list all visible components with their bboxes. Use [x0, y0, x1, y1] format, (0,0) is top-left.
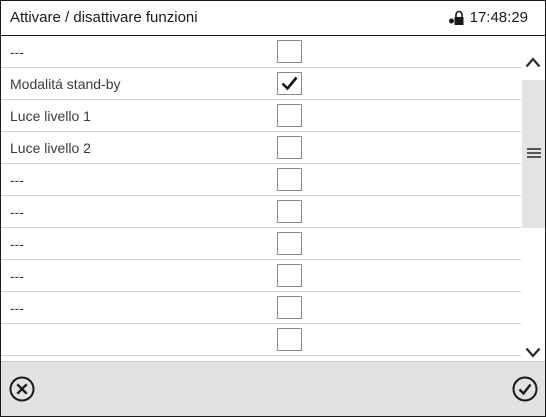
checkbox[interactable]	[277, 328, 302, 351]
drag-handle-icon	[526, 145, 541, 163]
list-item[interactable]: ---	[1, 228, 521, 260]
list-item-label: ---	[10, 44, 24, 60]
lock-icon	[448, 10, 466, 26]
checkmark-icon	[281, 76, 298, 91]
cancel-button[interactable]	[9, 376, 35, 402]
list-item[interactable]: Modalitá stand-by	[1, 68, 521, 100]
clock-time: 17:48:29	[469, 9, 528, 26]
list-item[interactable]: ---	[1, 36, 521, 68]
checkbox[interactable]	[277, 232, 302, 255]
scrollbar[interactable]	[521, 36, 545, 361]
page-title: Attivare / disattivare funzioni	[10, 9, 198, 26]
cancel-icon	[9, 376, 35, 406]
checkbox[interactable]	[277, 40, 302, 63]
list-item-label: ---	[10, 236, 24, 252]
list-item-label: ---	[10, 172, 24, 188]
list-item-label: ---	[10, 300, 24, 316]
list-item-label: Luce livello 2	[10, 140, 91, 156]
checkbox[interactable]	[277, 264, 302, 287]
header-bar: Attivare / disattivare funzioni 17:48:29	[1, 1, 545, 36]
checkbox[interactable]	[277, 104, 302, 127]
list-item[interactable]: Luce livello 1	[1, 100, 521, 132]
list-item-label: ---	[10, 204, 24, 220]
footer-bar	[1, 361, 545, 416]
function-list: --- Modalitá stand-by Luce livello 1 Luce l…	[1, 36, 521, 361]
list-item-label: ---	[10, 268, 24, 284]
checkbox[interactable]	[277, 200, 302, 223]
chevron-up-icon[interactable]	[521, 48, 545, 76]
checkbox[interactable]	[277, 168, 302, 191]
list-item[interactable]: ---	[1, 196, 521, 228]
status-area: 17:48:29	[448, 9, 528, 26]
confirm-button[interactable]	[512, 376, 538, 402]
list-item[interactable]: ---	[1, 292, 521, 324]
list-item-label: Luce livello 1	[10, 108, 91, 124]
list-item[interactable]	[1, 324, 521, 356]
scroll-thumb[interactable]	[522, 80, 545, 228]
checkbox[interactable]	[277, 136, 302, 159]
screen: Attivare / disattivare funzioni 17:48:29…	[0, 0, 546, 417]
list-item[interactable]: Luce livello 2	[1, 132, 521, 164]
list-item[interactable]: ---	[1, 164, 521, 196]
list-item[interactable]: ---	[1, 260, 521, 292]
checkbox[interactable]	[277, 296, 302, 319]
confirm-icon	[512, 376, 538, 406]
checkbox[interactable]	[277, 72, 302, 95]
list-item-label: Modalitá stand-by	[10, 76, 121, 92]
